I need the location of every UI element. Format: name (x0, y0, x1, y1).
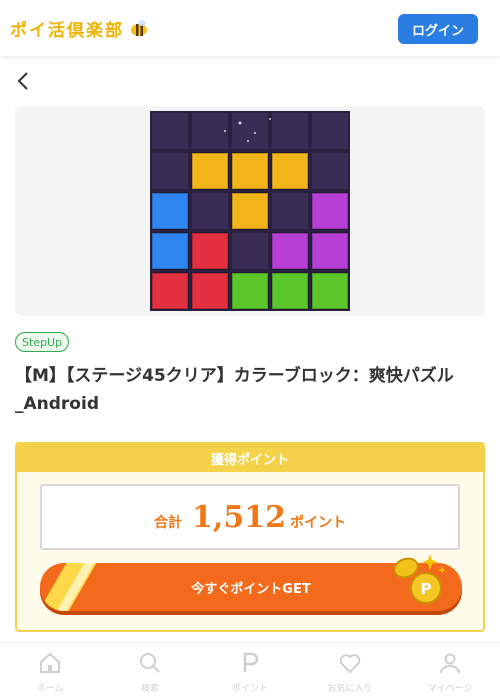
back-arrow-icon[interactable] (14, 70, 34, 92)
total-value: 1,512 (192, 500, 286, 535)
tab-favorites[interactable]: お気に入り (300, 643, 400, 700)
user-icon (440, 653, 460, 674)
tab-label: ポイント (231, 684, 268, 694)
logo[interactable]: ポイ活倶楽部 (10, 16, 150, 41)
tab-label: お気に入り (327, 684, 373, 694)
point-icon (243, 652, 259, 672)
points-heading: 獲得ポイント (17, 444, 483, 472)
search-icon (140, 653, 160, 673)
home-icon (40, 652, 60, 673)
coins-icon: P (393, 554, 446, 604)
logo-text: ポイ活倶楽部 (10, 20, 124, 41)
total-unit: ポイント (289, 515, 346, 531)
tab-home[interactable]: ホーム (0, 643, 100, 700)
offer-image-area (15, 106, 485, 316)
tab-label: 検索 (140, 684, 159, 694)
offer-title: 【M】【ステージ45クリア】カラーブロック：爽快パズル_Android (15, 366, 454, 414)
points-total: 合計 1,512 ポイント (40, 484, 460, 550)
tab-label: ホーム (36, 684, 64, 694)
game-thumbnail (150, 111, 350, 311)
bee-icon (131, 20, 147, 36)
tab-label: マイページ (427, 684, 473, 694)
bottom-tab-bar: ホーム 検索 ポイント お気に入り マイページ (0, 642, 500, 700)
login-button[interactable]: ログイン (398, 14, 478, 44)
stepup-badge: StepUp (15, 332, 70, 352)
app-header: ポイ活倶楽部 ログイン (0, 0, 500, 56)
tab-search[interactable]: 検索 (100, 643, 200, 700)
svg-text:P: P (421, 580, 432, 598)
tab-points[interactable]: ポイント (200, 643, 300, 700)
get-points-label: 今すぐポイントGET (191, 581, 311, 597)
total-label: 合計 (154, 515, 183, 531)
heart-icon (339, 654, 361, 674)
tab-mypage[interactable]: マイページ (400, 643, 500, 700)
